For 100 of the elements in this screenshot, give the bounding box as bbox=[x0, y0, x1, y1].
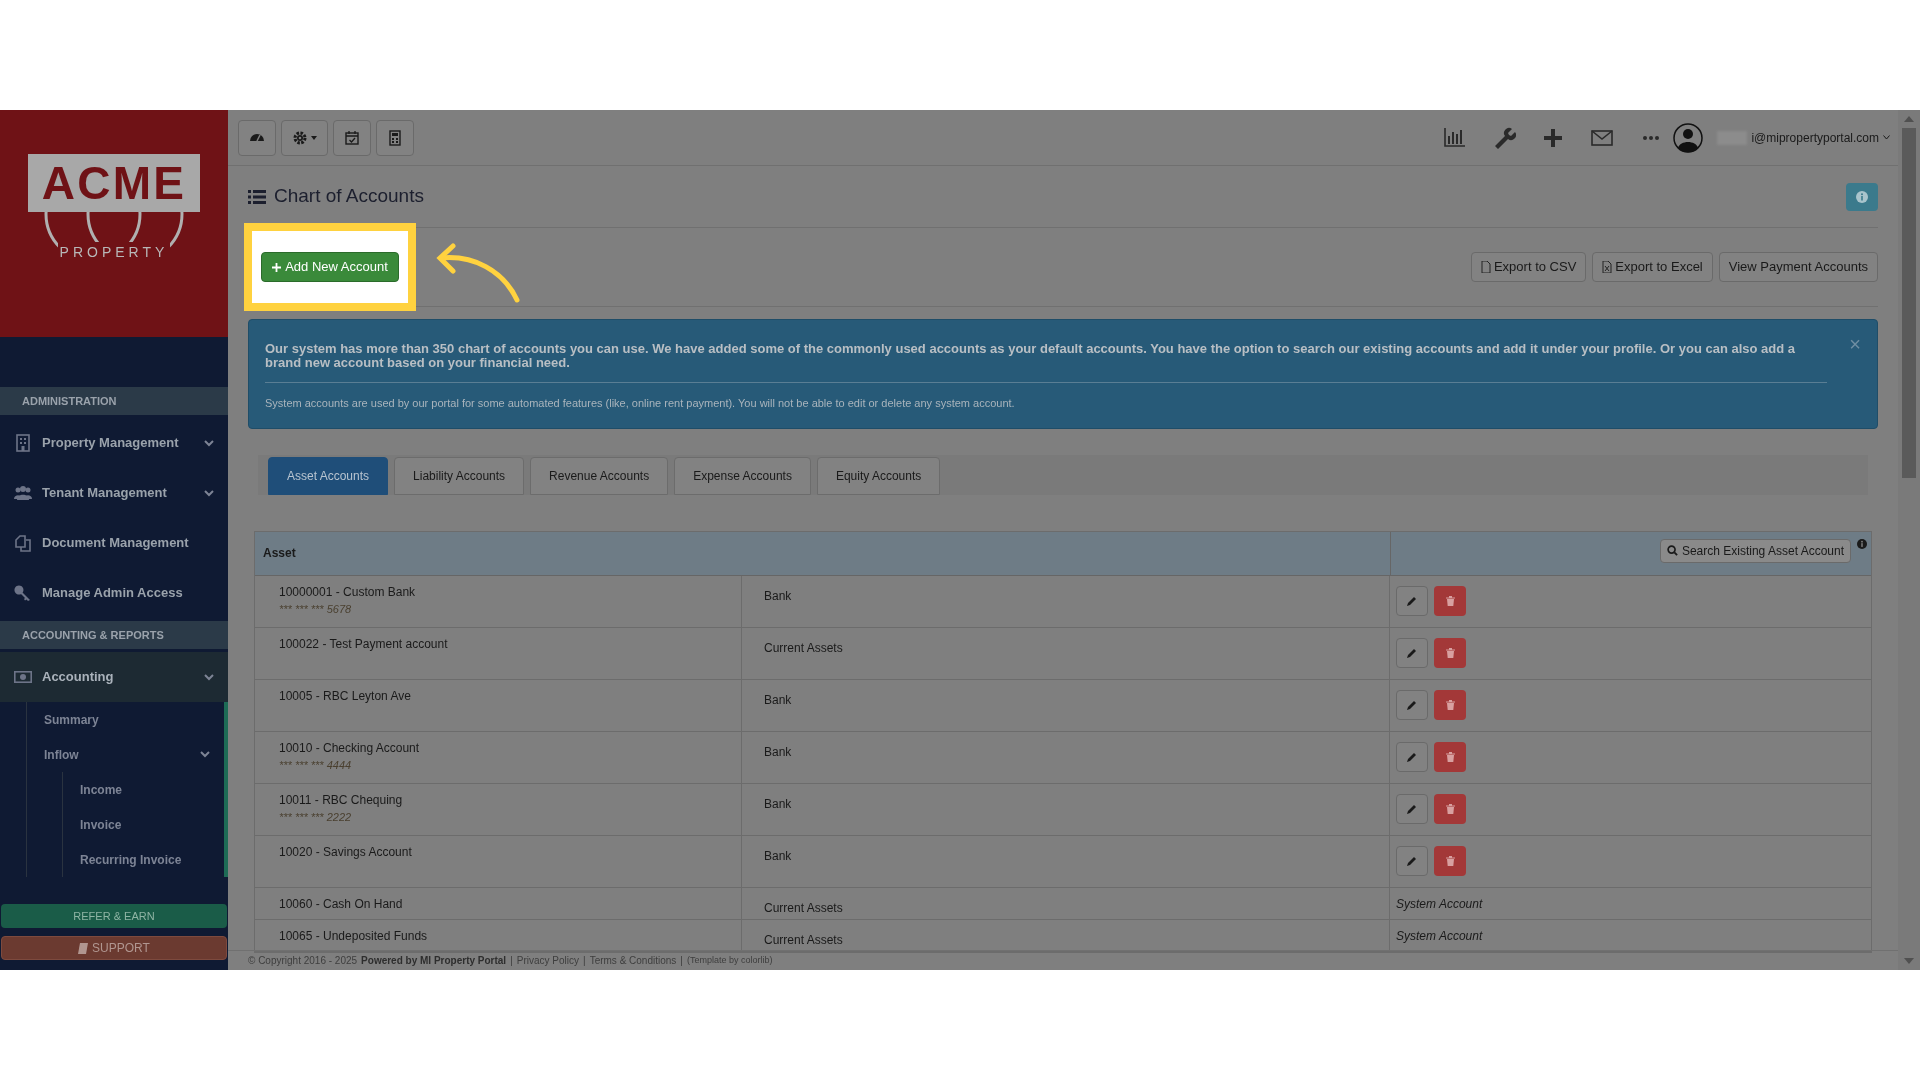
masked-number: *** *** *** 2222 bbox=[279, 809, 352, 825]
submenu-item[interactable]: Inflow bbox=[0, 737, 224, 772]
pencil-icon bbox=[1407, 752, 1417, 762]
tab[interactable]: Equity Accounts bbox=[816, 456, 941, 495]
submenu-item[interactable]: Summary bbox=[0, 702, 224, 737]
info-icon[interactable] bbox=[1857, 538, 1867, 549]
pencil-icon bbox=[1407, 856, 1417, 866]
action-button[interactable]: Export to CSV bbox=[1470, 252, 1587, 282]
spreadsheet-file-icon bbox=[1602, 261, 1613, 273]
chevron-down-icon bbox=[204, 439, 214, 447]
refer-earn-button[interactable]: REFER & EARN bbox=[1, 904, 227, 928]
scrollbar-thumb[interactable] bbox=[1902, 128, 1916, 478]
pencil-icon bbox=[1407, 700, 1417, 710]
list-icon bbox=[248, 188, 266, 205]
logo-wordmark: ACME bbox=[27, 154, 201, 212]
sidebar-item[interactable]: Manage Admin Access bbox=[0, 568, 228, 618]
building-icon bbox=[14, 434, 32, 452]
submenu-item[interactable]: Invoice bbox=[0, 807, 224, 842]
account-type: Current Assets bbox=[764, 932, 843, 947]
account-name: 10011 - RBC Chequing bbox=[279, 791, 403, 809]
add-account-button[interactable]: Add New Account bbox=[261, 252, 399, 282]
edit-button[interactable] bbox=[1396, 846, 1428, 876]
copyright-text: © Copyright 2016 - 2025 bbox=[248, 954, 358, 968]
user-menu[interactable]: i@mipropertyportal.com bbox=[1673, 122, 1890, 153]
action-button[interactable]: Export to Excel bbox=[1592, 252, 1713, 282]
powered-by-link[interactable]: Powered by MI Property Portal bbox=[361, 953, 507, 968]
section-heading: ACCOUNTING & REPORTS bbox=[22, 627, 164, 643]
submenu-item[interactable]: Income bbox=[0, 772, 224, 807]
toolbar-button[interactable] bbox=[281, 119, 328, 156]
account-type: Current Assets bbox=[764, 640, 843, 655]
footer-link[interactable]: Terms & Conditions bbox=[589, 953, 677, 968]
delete-button[interactable] bbox=[1434, 690, 1466, 720]
separator: | bbox=[583, 954, 586, 968]
pencil-icon bbox=[1407, 648, 1417, 658]
toolbar-button[interactable] bbox=[333, 119, 371, 156]
edit-button[interactable] bbox=[1396, 794, 1428, 824]
chart-icon[interactable] bbox=[1443, 125, 1468, 150]
sidebar-item[interactable]: Accounting bbox=[0, 652, 228, 702]
submenu-item[interactable]: Recurring Invoice bbox=[0, 842, 224, 877]
separator: | bbox=[510, 954, 513, 968]
edit-button[interactable] bbox=[1396, 638, 1428, 668]
account-name: 10005 - RBC Leyton Ave bbox=[279, 687, 411, 705]
delete-button[interactable] bbox=[1434, 586, 1466, 616]
info-button[interactable] bbox=[1846, 182, 1878, 211]
tab[interactable]: Revenue Accounts bbox=[530, 456, 669, 495]
scrollbar[interactable] bbox=[1898, 110, 1920, 970]
search-icon bbox=[1666, 545, 1678, 556]
action-button[interactable]: View Payment Accounts bbox=[1718, 252, 1878, 282]
key-icon bbox=[14, 584, 32, 602]
logo-subtitle: PROPERTY bbox=[57, 242, 171, 263]
account-type: Bank bbox=[764, 796, 792, 811]
caret-icon bbox=[311, 135, 317, 140]
account-name: 10020 - Savings Account bbox=[279, 843, 412, 861]
chevron-down-icon bbox=[204, 489, 214, 497]
trash-icon bbox=[1445, 700, 1455, 710]
delete-button[interactable] bbox=[1434, 742, 1466, 772]
support-button[interactable]: SUPPORT bbox=[1, 936, 227, 960]
scroll-down-icon[interactable] bbox=[1904, 958, 1914, 964]
sidebar-item[interactable]: Document Management bbox=[0, 518, 228, 568]
search-existing-button[interactable]: Search Existing Asset Account bbox=[1659, 538, 1851, 563]
edit-button[interactable] bbox=[1396, 586, 1428, 616]
delete-button[interactable] bbox=[1434, 846, 1466, 876]
account-type: Current Assets bbox=[764, 900, 843, 915]
page-title: Chart of Accounts bbox=[274, 184, 424, 209]
toolbar-button[interactable] bbox=[238, 119, 276, 156]
sidebar-item[interactable]: Tenant Management bbox=[0, 468, 228, 518]
trash-icon bbox=[1445, 752, 1455, 762]
account-type: Bank bbox=[764, 848, 792, 863]
book-icon bbox=[78, 942, 89, 954]
toolbar-button[interactable] bbox=[376, 119, 414, 156]
edit-button[interactable] bbox=[1396, 742, 1428, 772]
caret-icon bbox=[1883, 135, 1890, 140]
account-name: 10000001 - Custom Bank bbox=[279, 583, 416, 601]
account-name: 10060 - Cash On Hand bbox=[279, 895, 403, 913]
table-heading: Asset bbox=[263, 545, 296, 560]
edit-button[interactable] bbox=[1396, 690, 1428, 720]
sidebar-item[interactable]: Property Management bbox=[0, 418, 228, 468]
trash-icon bbox=[1445, 596, 1455, 606]
tab[interactable]: Liability Accounts bbox=[394, 456, 525, 495]
tab[interactable]: Expense Accounts bbox=[674, 456, 811, 495]
users-icon bbox=[14, 484, 32, 502]
cash-icon bbox=[14, 668, 32, 686]
delete-button[interactable] bbox=[1434, 794, 1466, 824]
system-account-label: System Account bbox=[1396, 895, 1483, 913]
account-name: 10010 - Checking Account bbox=[279, 739, 420, 757]
footer-link[interactable]: Privacy Policy bbox=[516, 953, 579, 968]
masked-number: *** *** *** 5678 bbox=[279, 601, 352, 617]
scroll-up-icon[interactable] bbox=[1904, 116, 1914, 122]
plus-icon bbox=[272, 262, 282, 272]
masked-number: *** *** *** 4444 bbox=[279, 757, 352, 773]
trash-icon bbox=[1445, 648, 1455, 658]
section-heading: ADMINISTRATION bbox=[22, 393, 117, 409]
notice-text: Our system has more than 350 chart of accounts you can use. We have added some of the commonly used accounts as your default accounts. You have the option to search our existing accounts and add it under your profile. Or you can also add a brand new account based on your financial need. bbox=[265, 342, 1797, 370]
account-type: Bank bbox=[764, 692, 792, 707]
delete-button[interactable] bbox=[1434, 638, 1466, 668]
documents-icon bbox=[14, 534, 32, 552]
tab[interactable]: Asset Accounts bbox=[268, 456, 389, 495]
info-icon bbox=[1856, 190, 1868, 203]
file-icon bbox=[1480, 261, 1491, 273]
avatar-icon bbox=[1673, 122, 1704, 153]
